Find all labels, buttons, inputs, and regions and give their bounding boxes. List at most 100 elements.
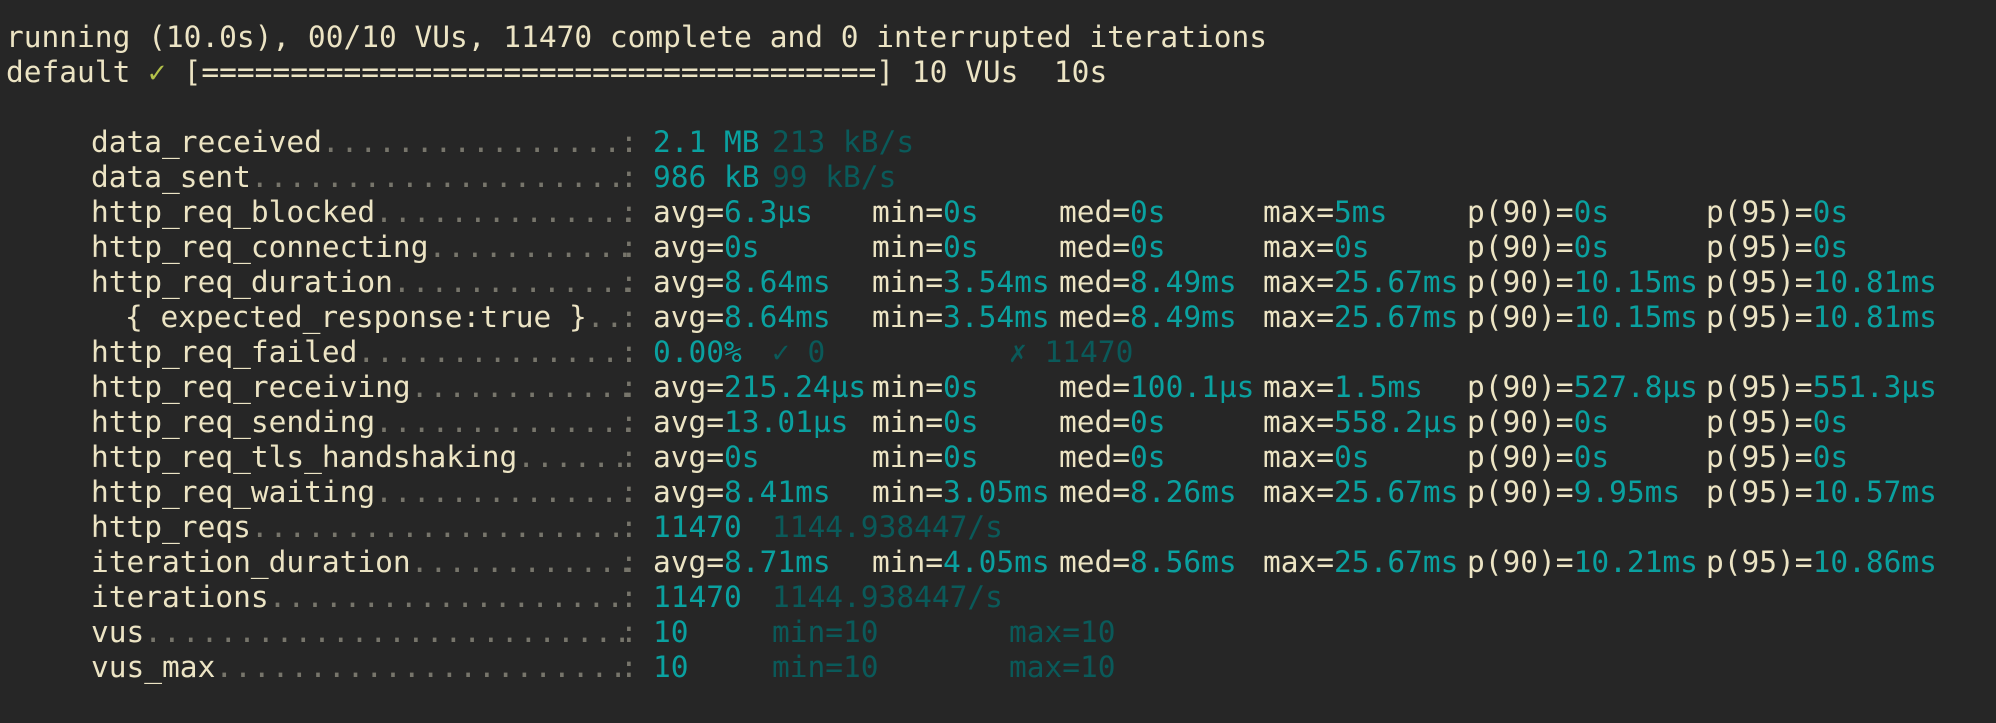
metric-stat: avg=8.64ms <box>653 300 831 335</box>
metric-value: 986 kB <box>653 160 760 194</box>
metric-row: data_received:2.1 MB 213 kB/s <box>0 125 1996 160</box>
stat-value: 9.95ms <box>1573 475 1681 509</box>
metric-separator: : <box>620 370 638 404</box>
stat-value: 0s <box>724 230 760 264</box>
metric-stat: p(90)=0s <box>1467 440 1609 475</box>
stat-value: 6.3µs <box>724 195 813 229</box>
metric-stat: p(95)=0s <box>1706 440 1848 475</box>
stat-value: 0s <box>1130 405 1166 439</box>
stat-value: 0s <box>1334 230 1370 264</box>
stat-value: 10.57ms <box>1812 475 1937 509</box>
metric-separator: : <box>620 650 638 684</box>
metric-stat: max=25.67ms <box>1263 545 1458 580</box>
metric-name: iterations <box>91 580 631 615</box>
metric-row: vus:10 min=10 max=10 <box>0 615 1996 650</box>
metric-separator: : <box>620 475 638 509</box>
stat-value: 10.81ms <box>1812 300 1937 334</box>
metric-stat: p(90)=527.8µs <box>1467 370 1698 405</box>
stat-label: max= <box>1263 545 1335 579</box>
stat-label: med= <box>1059 300 1131 334</box>
metric-stat: med=0s <box>1059 440 1166 475</box>
stat-label: med= <box>1059 195 1131 229</box>
stat-label: min= <box>872 265 944 299</box>
metric-name: http_req_connecting <box>91 230 631 265</box>
metric-stat: max=1.5ms <box>1263 370 1423 405</box>
metric-stat: min=0s <box>872 370 979 405</box>
metric-stat: avg=0s <box>653 230 760 265</box>
stat-label: p(95)= <box>1706 265 1813 299</box>
metric-stat: min=0s <box>872 230 979 265</box>
stat-label: avg= <box>653 300 725 334</box>
stat-label: min= <box>872 545 944 579</box>
stat-value: 0s <box>1573 405 1610 439</box>
metric-stat: avg=8.64ms <box>653 265 831 300</box>
stat-label: avg= <box>653 440 725 474</box>
stat-label: med= <box>1059 475 1131 509</box>
metric-max: max=10 <box>1009 650 1116 684</box>
metric-row: http_req_tls_handshaking:avg=0smin=0smed… <box>0 440 1996 475</box>
metric-stat: med=0s <box>1059 230 1166 265</box>
stat-label: p(90)= <box>1467 370 1574 404</box>
metric-name: http_req_waiting <box>91 475 631 510</box>
metric-stat: avg=0s <box>653 440 760 475</box>
stat-label: avg= <box>653 195 725 229</box>
metric-name: http_reqs <box>91 510 631 545</box>
metric-min: min=10 <box>772 650 879 684</box>
metric-separator: : <box>620 440 638 474</box>
stat-label: min= <box>872 440 944 474</box>
metric-row: http_req_blocked:avg=6.3µsmin=0smed=0sma… <box>0 195 1996 230</box>
metric-stat: p(90)=9.95ms <box>1467 475 1680 510</box>
metric-stat: med=8.49ms <box>1059 300 1237 335</box>
stat-value: 13.01µs <box>724 405 849 439</box>
metric-separator: : <box>620 510 638 544</box>
stat-label: max= <box>1263 475 1335 509</box>
metric-stat: min=3.54ms <box>872 300 1050 335</box>
metric-min: min=10 <box>772 615 879 649</box>
stat-label: p(90)= <box>1467 475 1574 509</box>
stat-value: 3.05ms <box>943 475 1050 509</box>
metric-pass-count: ✓ 0 <box>772 335 826 369</box>
stat-label: p(90)= <box>1467 440 1574 474</box>
stat-value: 3.54ms <box>943 300 1050 334</box>
metric-stat: med=0s <box>1059 405 1166 440</box>
stat-value: 0s <box>1812 440 1849 474</box>
metric-stat: max=558.2µs <box>1263 405 1458 440</box>
stat-value: 4.05ms <box>943 545 1050 579</box>
stat-value: 25.67ms <box>1334 475 1459 509</box>
metric-value: 11470 <box>653 510 742 544</box>
metric-stat: p(90)=10.21ms <box>1467 545 1698 580</box>
metric-stat: max=25.67ms <box>1263 300 1458 335</box>
metric-stat: avg=6.3µs <box>653 195 813 230</box>
metric-separator: : <box>620 195 638 229</box>
metric-stat: med=100.1µs <box>1059 370 1254 405</box>
stat-label: p(95)= <box>1706 545 1813 579</box>
stat-value: 8.56ms <box>1130 545 1237 579</box>
stat-value: 0s <box>1130 440 1166 474</box>
metric-rate: 1144.938447/s <box>772 510 1003 544</box>
stat-label: p(90)= <box>1467 300 1574 334</box>
metric-stat: min=3.54ms <box>872 265 1050 300</box>
stat-value: 0s <box>943 370 979 404</box>
stat-value: 0s <box>1812 230 1849 264</box>
metric-row: data_sent:986 kB 99 kB/s <box>0 160 1996 195</box>
metric-row: http_req_receiving: avg=215.24µsmin=0s med… <box>0 370 1996 405</box>
stat-value: 0s <box>1130 230 1166 264</box>
stat-value: 25.67ms <box>1334 265 1459 299</box>
stat-value: 551.3µs <box>1812 370 1937 404</box>
metric-stat: med=8.49ms <box>1059 265 1237 300</box>
metric-stat: med=8.26ms <box>1059 475 1237 510</box>
stat-value: 8.64ms <box>724 265 831 299</box>
stat-value: 10.21ms <box>1573 545 1698 579</box>
metric-name: http_req_tls_handshaking <box>91 440 631 475</box>
stat-label: min= <box>872 370 944 404</box>
vus-count: 10 VUs <box>911 55 1019 89</box>
stat-value: 0s <box>943 230 979 264</box>
stat-label: avg= <box>653 230 725 264</box>
metric-row: iteration_duration:avg=8.71msmin=4.05msm… <box>0 545 1996 580</box>
metric-stat: p(95)=0s <box>1706 195 1848 230</box>
metric-stat: med=0s <box>1059 195 1166 230</box>
metric-value: 10 <box>653 615 689 649</box>
stat-label: p(95)= <box>1706 475 1813 509</box>
stat-value: 25.67ms <box>1334 300 1459 334</box>
stat-label: med= <box>1059 440 1131 474</box>
